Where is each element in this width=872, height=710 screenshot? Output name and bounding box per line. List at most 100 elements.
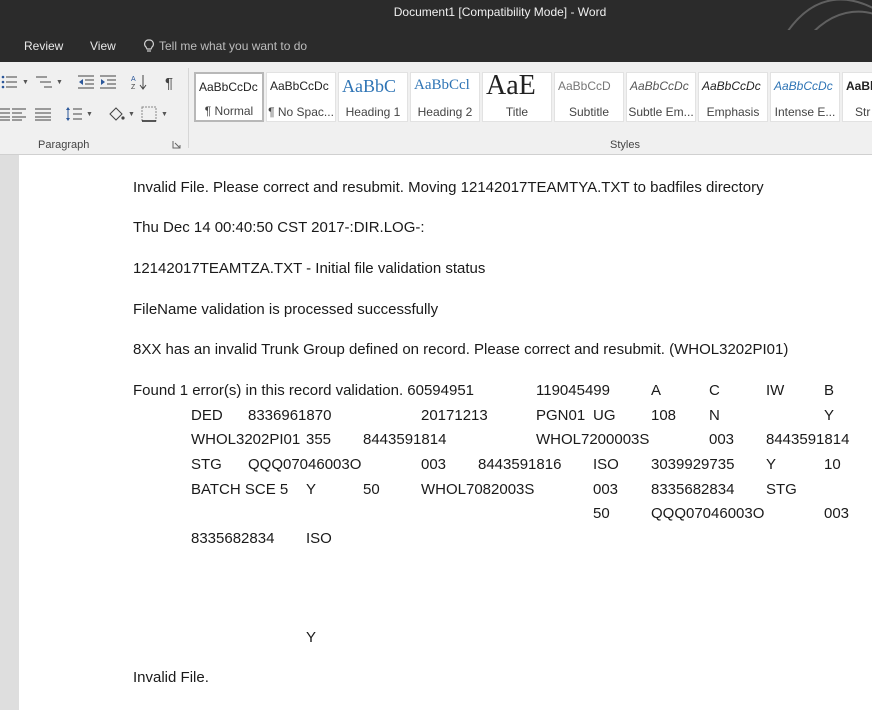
- record-cell: STG: [766, 481, 797, 498]
- increase-indent-icon: [100, 75, 116, 89]
- style-name: Subtitle: [568, 105, 610, 119]
- record-cell: 20171213: [421, 407, 488, 424]
- style-sample: AaBbCcDc: [630, 79, 689, 93]
- title-bar: Document1 [Compatibility Mode] - Word: [0, 0, 872, 46]
- record-cell: 10: [824, 456, 841, 473]
- chevron-down-icon[interactable]: ▼: [56, 79, 63, 86]
- multilevel-list-icon: [36, 76, 52, 88]
- style-name: Intense E...: [774, 105, 836, 119]
- paragraph-6-lead: Found 1 error(s) in this record validati…: [133, 382, 475, 399]
- style-name: ¶ No Spac...: [268, 105, 334, 119]
- style-sample: AaBbCcD: [558, 79, 611, 93]
- group-divider: [188, 68, 189, 148]
- align-left-button[interactable]: [10, 104, 30, 124]
- tell-me-search[interactable]: Tell me what you want to do: [143, 37, 307, 55]
- multilevel-list-button[interactable]: [34, 72, 54, 92]
- svg-text:¶: ¶: [165, 75, 173, 90]
- window-title: Document1 [Compatibility Mode] - Word: [393, 5, 607, 19]
- paint-bucket-icon: [109, 107, 125, 121]
- record-cell: 50: [363, 481, 380, 498]
- style-subtle-emphasis[interactable]: AaBbCcDc Subtle Em...: [626, 72, 696, 122]
- record-cell: QQQ07046003O: [651, 505, 765, 522]
- record-cell: PGN01: [536, 407, 586, 424]
- paragraph-last: Invalid File.: [133, 669, 209, 686]
- paragraph-group-label: Paragraph: [38, 139, 90, 151]
- chevron-down-icon[interactable]: ▼: [161, 111, 168, 118]
- record-cell: BATCH SCE 5: [191, 481, 289, 498]
- style-no-spacing[interactable]: AaBbCcDc ¶ No Spac...: [266, 72, 336, 122]
- ribbon: ▼ ▼ A Z ¶ ▼ ▼ ▼ Paragraph AaBbCcDc ¶ Nor…: [0, 62, 872, 155]
- decrease-indent-button[interactable]: [76, 72, 96, 92]
- menu-view[interactable]: View: [90, 39, 116, 53]
- styles-group-label: Styles: [610, 139, 640, 151]
- sort-button[interactable]: A Z: [129, 72, 149, 92]
- record-cell: C: [709, 382, 720, 399]
- svg-text:Z: Z: [131, 84, 136, 91]
- record-cell: 8443591814: [363, 431, 447, 448]
- record-cell: N: [709, 407, 720, 424]
- record-cell: 003: [593, 481, 619, 498]
- align-left-icon: [12, 108, 26, 121]
- record-cell: IW: [766, 382, 785, 399]
- record-cell: B: [824, 382, 835, 399]
- line-spacing-icon: [66, 107, 82, 121]
- record-cell: 50: [593, 505, 610, 522]
- record-cell: QQQ07046003O: [248, 456, 362, 473]
- style-heading-1[interactable]: AaBbC Heading 1: [338, 72, 408, 122]
- style-name: Title: [505, 105, 529, 119]
- bullets-button[interactable]: [0, 72, 20, 92]
- decrease-indent-icon: [78, 75, 94, 89]
- style-subtitle[interactable]: AaBbCcD Subtitle: [554, 72, 624, 122]
- document-page[interactable]: Invalid File. Please correct and resubmi…: [19, 155, 872, 710]
- chevron-down-icon[interactable]: ▼: [22, 79, 29, 86]
- lightbulb-icon: [144, 39, 154, 52]
- style-sample: AaBbCcDc: [774, 79, 833, 93]
- chevron-down-icon[interactable]: ▼: [86, 111, 93, 118]
- record-cell: Y: [824, 407, 835, 424]
- increase-indent-button[interactable]: [98, 72, 118, 92]
- menu-review[interactable]: Review: [24, 39, 63, 53]
- style-sample: AaBbCcl: [414, 77, 470, 93]
- borders-button[interactable]: [139, 104, 159, 124]
- bullet-list-icon: [1, 75, 17, 89]
- justify-icon: [35, 108, 51, 121]
- style-sample: AaBbCcDc: [702, 79, 761, 93]
- style-sample: AaBbC: [342, 76, 396, 96]
- record-cell: 8335682834: [651, 481, 735, 498]
- align-right-icon: [0, 108, 10, 121]
- record-cell: A: [651, 382, 662, 399]
- style-heading-2[interactable]: AaBbCcl Heading 2: [410, 72, 480, 122]
- line-spacing-button[interactable]: [64, 104, 84, 124]
- style-sample: AaBl: [846, 79, 872, 93]
- paragraph-3: 12142017TEAMTZA.TXT - Initial file valid…: [133, 260, 486, 277]
- record-cell: 003: [709, 431, 735, 448]
- style-emphasis[interactable]: AaBbCcDc Emphasis: [698, 72, 768, 122]
- record-cell: WHOL7082003S: [421, 481, 535, 498]
- show-formatting-button[interactable]: ¶: [160, 72, 180, 92]
- style-normal[interactable]: AaBbCcDc ¶ Normal: [194, 72, 264, 122]
- record-cell: WHOL3202PI01: [191, 431, 301, 448]
- record-cell: DED: [191, 407, 223, 424]
- borders-icon: [141, 106, 157, 122]
- record-cell: Y: [306, 629, 317, 646]
- style-strong[interactable]: AaBl Str: [842, 72, 872, 122]
- pilcrow-icon: ¶: [165, 75, 173, 90]
- style-name: ¶ Normal: [204, 104, 254, 118]
- dialog-launcher-icon[interactable]: [172, 140, 181, 149]
- record-cell: STG: [191, 456, 222, 473]
- record-cell: 8443591814: [766, 431, 850, 448]
- chevron-down-icon[interactable]: ▼: [128, 111, 135, 118]
- style-intense-emphasis[interactable]: AaBbCcDc Intense E...: [770, 72, 840, 122]
- paragraph-4: FileName validation is processed success…: [133, 301, 439, 318]
- style-sample: AaE: [486, 72, 536, 101]
- paragraph-1: Invalid File. Please correct and resubmi…: [133, 179, 764, 196]
- record-cell: 3039929735: [651, 456, 735, 473]
- style-name: Heading 2: [417, 105, 473, 119]
- style-title[interactable]: AaE Title: [482, 72, 552, 122]
- sort-az-icon: A Z: [131, 75, 147, 91]
- shading-button[interactable]: [106, 104, 126, 124]
- style-name: Heading 1: [345, 105, 401, 119]
- justify-button[interactable]: [33, 104, 53, 124]
- style-sample: AaBbCcDc: [270, 79, 329, 93]
- svg-text:A: A: [131, 76, 136, 83]
